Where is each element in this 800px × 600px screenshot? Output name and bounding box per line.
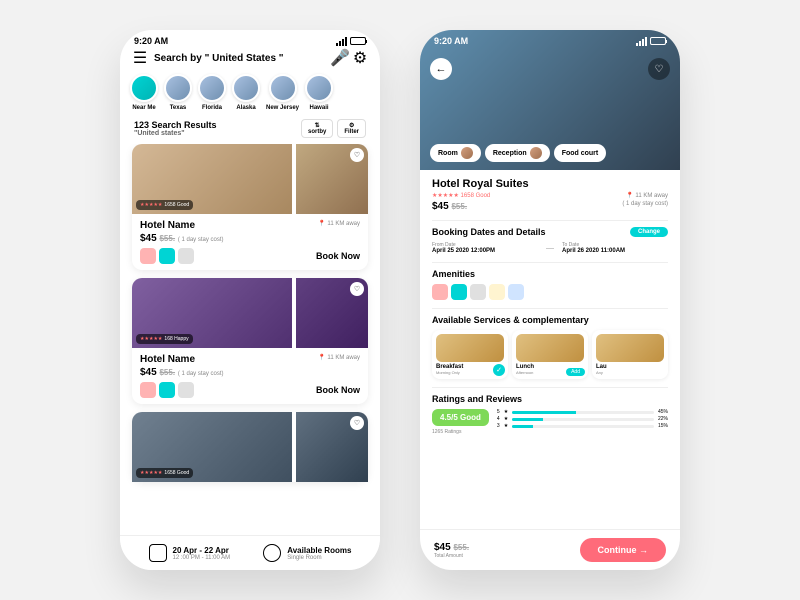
favorite-button[interactable]: ♡ xyxy=(648,58,670,80)
chip-reception[interactable]: Reception xyxy=(485,144,550,162)
amenity-icon xyxy=(489,284,505,300)
mic-icon[interactable]: 🎤 xyxy=(334,52,346,64)
book-button[interactable]: Book Now xyxy=(316,251,360,261)
status-time: 9:20 AM xyxy=(134,36,168,46)
cat-florida[interactable]: Florida xyxy=(198,74,226,111)
results-query: "United states" xyxy=(134,130,217,137)
favorite-button[interactable]: ♡ xyxy=(350,416,364,430)
dates-button[interactable]: 20 Apr - 22 Apr12 :00 PM - 11:00 AM xyxy=(149,544,231,562)
battery-icon xyxy=(350,37,366,45)
cat-near-me[interactable]: Near Me xyxy=(130,74,158,111)
category-row: Near Me Texas Florida Alaska New Jersey … xyxy=(120,68,380,117)
signal-icon xyxy=(336,37,347,46)
hotel-card[interactable]: ★★★★★1658 Good♡ 📍 11 KM away Hotel Name … xyxy=(132,144,368,270)
search-screen: 9:20 AM ☰ Search by " United States " 🎤 … xyxy=(120,30,380,570)
continue-button[interactable]: Continue → xyxy=(580,538,667,562)
results-count: 123 Search Results xyxy=(134,120,217,130)
cat-hawaii[interactable]: Hawaii xyxy=(305,74,333,111)
service-lunch[interactable]: LunchAfternoonAdd xyxy=(512,330,588,379)
chip-foodcourt[interactable]: Food court xyxy=(554,144,607,162)
rating-badge: ★★★★★1658 Good xyxy=(136,468,193,478)
check-icon: ✓ xyxy=(493,364,505,376)
services-header: Available Services & complementary xyxy=(432,315,589,325)
favorite-button[interactable]: ♡ xyxy=(350,148,364,162)
distance: 📍 11 KM away xyxy=(318,354,360,361)
hotel-name: Hotel Royal Suites xyxy=(432,178,668,190)
distance: 📍 11 KM away xyxy=(626,192,668,199)
add-button[interactable]: Add xyxy=(566,368,585,376)
amenity-icon xyxy=(470,284,486,300)
cat-newjersey[interactable]: New Jersey xyxy=(266,74,299,111)
cat-texas[interactable]: Texas xyxy=(164,74,192,111)
change-button[interactable]: Change xyxy=(630,227,668,237)
ratings-header: Ratings and Reviews xyxy=(432,394,522,404)
amenity-icon xyxy=(432,284,448,300)
amenity-icon xyxy=(451,284,467,300)
favorite-button[interactable]: ♡ xyxy=(350,282,364,296)
rate-score: 4.5/5 Good xyxy=(432,409,489,426)
book-button[interactable]: Book Now xyxy=(316,385,360,395)
sort-button[interactable]: ⇅sortby xyxy=(301,119,333,138)
chip-room[interactable]: Room xyxy=(430,144,481,162)
filter-button[interactable]: ⚙Filter xyxy=(337,119,366,138)
back-button[interactable]: ← xyxy=(430,58,452,80)
service-laundry[interactable]: LauAny xyxy=(592,330,668,379)
service-breakfast[interactable]: BreakfastMorning Only✓ xyxy=(432,330,508,379)
hotel-card[interactable]: ★★★★★168 Happy♡ 📍 11 KM away Hotel Name … xyxy=(132,278,368,404)
person-icon xyxy=(263,544,281,562)
distance: 📍 11 KM away xyxy=(318,220,360,227)
rating-badge: ★★★★★1658 Good xyxy=(136,200,193,210)
hotel-card[interactable]: ★★★★★1658 Good ♡ xyxy=(132,412,368,482)
amenity-icon xyxy=(508,284,524,300)
gear-icon[interactable]: ⚙ xyxy=(354,52,366,64)
hero-image: 9:20 AM ← ♡ Room Reception Food court xyxy=(420,30,680,170)
search-input[interactable]: Search by " United States " xyxy=(154,53,326,64)
amenities-header: Amenities xyxy=(432,269,475,279)
rating-text: ★★★★★ 1658 Good xyxy=(432,192,490,199)
cat-alaska[interactable]: Alaska xyxy=(232,74,260,111)
rating-badge: ★★★★★168 Happy xyxy=(136,334,193,344)
detail-screen: 9:20 AM ← ♡ Room Reception Food court Ho… xyxy=(420,30,680,570)
rooms-button[interactable]: Available RoomsSingle Room xyxy=(263,544,351,562)
calendar-icon xyxy=(149,544,167,562)
status-bar: 9:20 AM xyxy=(120,30,380,48)
booking-header: Booking Dates and Details xyxy=(432,227,546,237)
menu-icon[interactable]: ☰ xyxy=(134,52,146,64)
